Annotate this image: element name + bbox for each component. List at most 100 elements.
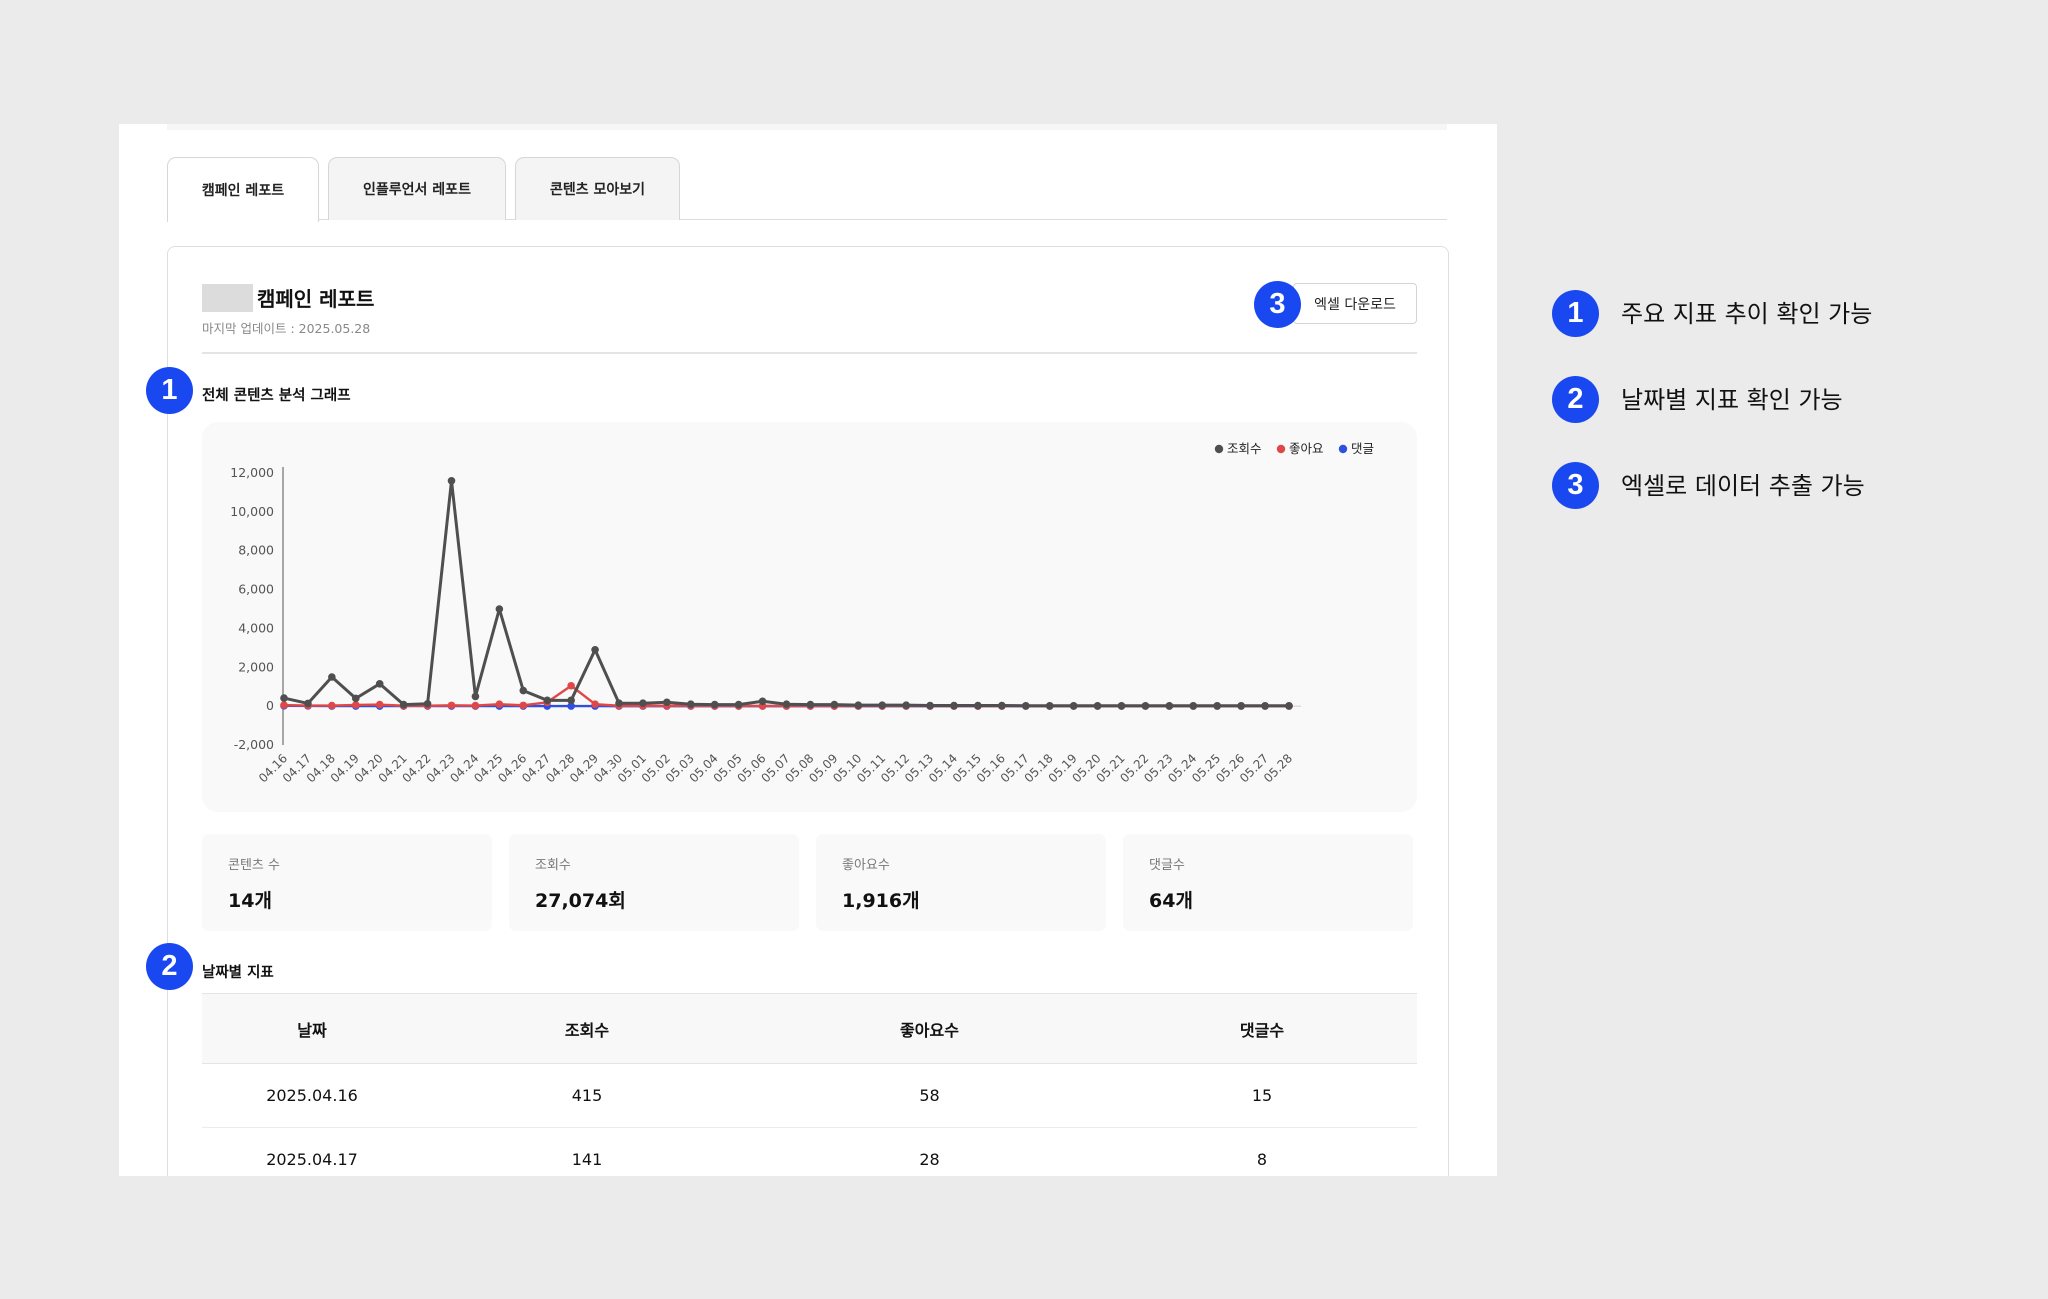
campaign-logo-placeholder <box>202 284 253 312</box>
data-point-likes <box>471 701 480 710</box>
data-point-views <box>1189 701 1198 710</box>
side-badge-3: 3 <box>1552 462 1599 509</box>
annotation-badge-2: 2 <box>146 943 193 990</box>
header-divider <box>202 352 1417 354</box>
data-point-views <box>686 700 695 708</box>
data-point-likes <box>519 701 528 710</box>
excel-download-button[interactable]: 엑셀 다운로드 <box>1293 283 1417 324</box>
data-point-likes <box>591 700 599 708</box>
y-tick-label: 10,000 <box>230 504 274 519</box>
tab-bar: 캠페인 레포트 인플루언서 레포트 콘텐츠 모아보기 <box>167 157 1447 222</box>
data-point-views <box>423 700 432 708</box>
report-panel: 캠페인 레포트 인플루언서 레포트 콘텐츠 모아보기 캠페인 레포트 마지막 업… <box>119 124 1497 1176</box>
data-point-views <box>758 697 767 706</box>
series-line-views <box>283 479 1289 708</box>
cell-comments: 8 <box>1107 1127 1417 1176</box>
data-point-views <box>519 686 528 695</box>
stat-label: 댓글수 <box>1149 858 1185 873</box>
analysis-chart: 12,000 10,000 8,000 6,000 4,000 2,000 0 -2,000 0… <box>202 422 1417 812</box>
top-divider <box>167 124 1447 130</box>
data-point-views <box>1237 701 1245 710</box>
data-point-views <box>351 694 360 703</box>
data-point-views <box>615 699 623 708</box>
data-point-views <box>280 694 288 702</box>
side-badge-1: 1 <box>1552 290 1599 337</box>
y-tick-label: 4,000 <box>238 620 274 635</box>
data-point-views <box>710 700 719 709</box>
legend-dot-views <box>1214 444 1224 454</box>
y-tick-label: 0 <box>266 698 274 713</box>
legend-dot-likes <box>1276 444 1286 454</box>
tab-content-gallery[interactable]: 콘텐츠 모아보기 <box>515 157 680 220</box>
data-point-views <box>471 692 480 701</box>
data-point-views <box>304 699 312 708</box>
data-point-views <box>1141 701 1150 710</box>
stat-value: 27,074회 <box>535 890 626 912</box>
annotation-badge-3: 3 <box>1254 281 1301 328</box>
tab-campaign-report[interactable]: 캠페인 레포트 <box>167 157 319 222</box>
stat-value: 64개 <box>1149 890 1193 912</box>
cell-likes: 28 <box>752 1127 1107 1176</box>
cell-views: 415 <box>422 1063 752 1128</box>
data-point-views <box>447 476 456 485</box>
data-point-views <box>902 701 910 709</box>
side-note-3: 엑셀로 데이터 추출 가능 <box>1621 472 1865 500</box>
data-point-views <box>567 696 575 705</box>
table-header-row: 날짜 조회수 좋아요수 댓글수 <box>202 993 1417 1064</box>
stat-label: 콘텐츠 수 <box>228 858 280 873</box>
data-point-views <box>1021 701 1030 710</box>
stat-card-likes: 좋아요수 1,916개 <box>816 834 1106 931</box>
cell-date: 2025.04.16 <box>202 1063 422 1128</box>
data-point-views <box>375 680 384 688</box>
column-header-date[interactable]: 날짜 <box>202 993 422 1064</box>
stat-value: 1,916개 <box>842 890 920 912</box>
cell-date: 2025.04.17 <box>202 1127 422 1176</box>
data-point-likes <box>328 701 336 710</box>
y-tick-label: -2,000 <box>234 737 274 752</box>
stat-card-comments: 댓글수 64개 <box>1123 834 1413 931</box>
daily-metrics-table: 날짜 조회수 좋아요수 댓글수 2025.04.16 415 58 15 202… <box>202 993 1417 1176</box>
column-header-likes[interactable]: 좋아요수 <box>752 993 1107 1064</box>
column-header-views[interactable]: 조회수 <box>422 993 752 1064</box>
data-point-views <box>543 696 552 705</box>
side-note-1: 주요 지표 추이 확인 가능 <box>1621 300 1873 328</box>
data-point-likes <box>567 681 575 690</box>
page-title: 캠페인 레포트 <box>257 287 375 311</box>
last-update-date: 2025.05.28 <box>298 321 371 336</box>
data-point-views <box>328 673 336 681</box>
data-point-views <box>974 701 982 710</box>
report-card: 캠페인 레포트 마지막 업데이트 : 2025.05.28 엑셀 다운로드 전체… <box>167 246 1449 1176</box>
stat-label: 좋아요수 <box>842 858 890 873</box>
legend-dot-comments <box>1338 444 1348 454</box>
side-badge-2: 2 <box>1552 376 1599 423</box>
annotation-badge-1: 1 <box>146 367 193 414</box>
stat-card-content-count: 콘텐츠 수 14개 <box>202 834 492 931</box>
data-point-views <box>878 701 887 709</box>
data-point-views <box>663 698 671 707</box>
data-point-views <box>399 700 408 709</box>
data-point-views <box>998 701 1006 710</box>
data-point-views <box>854 701 863 709</box>
data-point-likes <box>280 701 288 709</box>
data-point-views <box>1045 701 1054 710</box>
y-tick-label: 8,000 <box>238 543 274 558</box>
data-point-views <box>806 700 815 709</box>
cell-comments: 15 <box>1107 1063 1417 1128</box>
stat-card-views: 조회수 27,074회 <box>509 834 799 931</box>
data-point-views <box>926 701 934 710</box>
tab-influencer-report[interactable]: 인플루언서 레포트 <box>328 157 506 220</box>
table-row: 2025.04.17 141 28 8 <box>202 1127 1417 1176</box>
legend-label: 좋아요 <box>1289 441 1324 456</box>
cell-views: 141 <box>422 1127 752 1176</box>
legend-label: 댓글 <box>1351 441 1374 456</box>
daily-section-title: 날짜별 지표 <box>202 965 274 981</box>
data-point-views <box>830 700 839 709</box>
line-chart: 12,00010,0008,0006,0004,0002,0000-2,0000… <box>230 441 1374 785</box>
data-point-views <box>1117 701 1126 710</box>
column-header-comments[interactable]: 댓글수 <box>1107 993 1417 1064</box>
data-point-views <box>950 701 958 710</box>
cell-likes: 58 <box>752 1063 1107 1128</box>
data-point-views <box>639 699 647 708</box>
stat-label: 조회수 <box>535 858 571 873</box>
table-row: 2025.04.16 415 58 15 <box>202 1063 1417 1128</box>
